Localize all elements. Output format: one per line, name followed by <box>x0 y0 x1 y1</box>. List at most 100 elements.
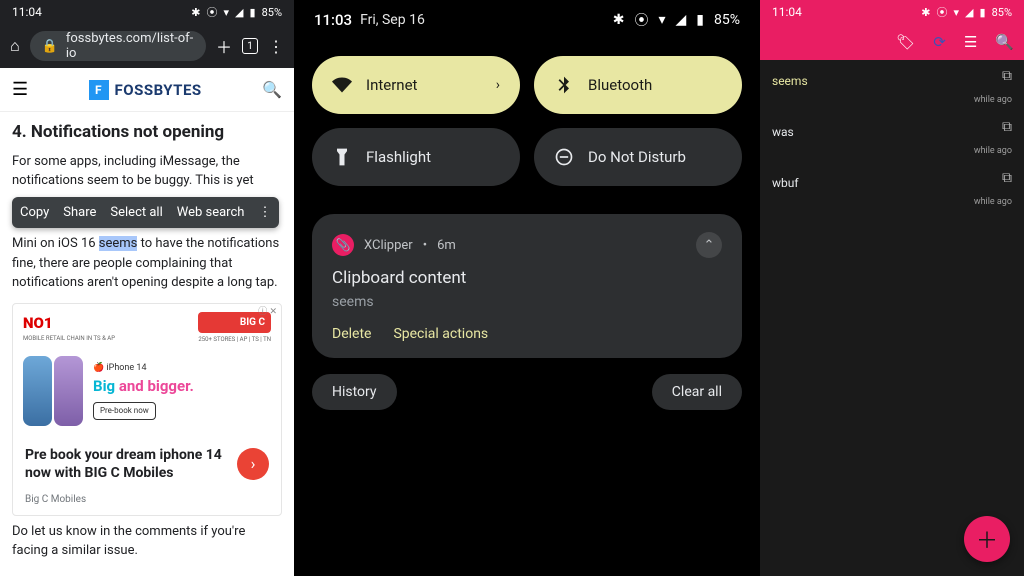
plus-icon: ＋ <box>976 523 998 555</box>
flashlight-icon <box>332 147 352 167</box>
status-icons: ✱ ⦿ ▾ ◢ ▮ 85% <box>191 4 282 20</box>
qs-internet[interactable]: Internet › <box>312 56 520 114</box>
more-icon[interactable]: ⋮ <box>268 37 284 56</box>
sync-icon[interactable]: ⟳ <box>933 33 946 51</box>
url-bar[interactable]: 🔒 fossbytes.com/list-of-io <box>30 31 206 61</box>
notif-delete-button[interactable]: Delete <box>332 326 371 342</box>
battery-pct: 85% <box>714 12 740 28</box>
ad-close-icon[interactable]: ⓘ ✕ <box>258 306 277 320</box>
battery-icon: ▮ <box>250 6 256 19</box>
ctx-web-search[interactable]: Web search <box>177 203 245 223</box>
article-footer: Do let us know in the comments if you're… <box>12 522 282 561</box>
site-brand: FOSSBYTES <box>115 81 202 99</box>
browser-toolbar: ⌂ 🔒 fossbytes.com/list-of-io ＋ 1 ⋮ <box>0 24 294 68</box>
notif-special-button[interactable]: Special actions <box>393 326 488 342</box>
bluetooth-icon: ✱ <box>191 6 200 19</box>
wifi-icon: ▾ <box>954 6 960 19</box>
wifi-icon <box>332 75 352 95</box>
location-icon: ⦿ <box>937 4 948 20</box>
notif-actions: Delete Special actions <box>332 326 722 342</box>
clip-list: seems ⧉ while ago was ⧉ while ago wbuf ⧉… <box>760 60 1024 213</box>
battery-pct: 85% <box>262 6 282 19</box>
status-bar: 11:04 ✱ ⦿ ▾ ◢ ▮ 85% <box>0 0 294 24</box>
notif-header: 📎 XClipper • 6m ⌃ <box>332 232 722 258</box>
ad-no1-sub: MOBILE RETAIL CHAIN IN TS & AP <box>23 334 115 343</box>
clip-item[interactable]: seems ⧉ <box>760 60 1024 93</box>
home-icon[interactable]: ⌂ <box>10 36 20 56</box>
status-time: 11:04 <box>772 5 921 19</box>
status-bar: 11:04 ✱ ⦿ ▾ ◢ ▮ 85% <box>760 0 1024 24</box>
status-time: 11:04 <box>12 5 191 19</box>
ad-prebook-button[interactable]: Pre-book now <box>93 402 156 420</box>
hamburger-icon[interactable]: ☰ <box>12 79 28 100</box>
clip-item[interactable]: was ⧉ <box>760 111 1024 144</box>
clip-time: while ago <box>760 144 1024 162</box>
tabs-icon[interactable]: 1 <box>242 38 258 54</box>
location-icon: ⦿ <box>207 4 218 20</box>
site-logo[interactable]: F FOSSBYTES <box>89 80 202 100</box>
copy-icon[interactable]: ⧉ <box>1002 68 1012 84</box>
logo-mark-icon: F <box>89 80 109 100</box>
qs-dnd[interactable]: Do Not Disturb <box>534 128 742 186</box>
notif-app: XClipper <box>364 238 413 253</box>
ctx-select-all[interactable]: Select all <box>110 203 162 223</box>
ad-tagline: Big and bigger. <box>93 375 194 398</box>
ad-no1: NO1 <box>23 312 115 335</box>
wifi-icon: ▾ <box>224 6 230 19</box>
ad-card[interactable]: NO1 MOBILE RETAIL CHAIN IN TS & AP BIG C… <box>12 303 282 516</box>
collapse-icon[interactable]: ⌃ <box>696 232 722 258</box>
status-time: 11:03 <box>314 11 352 29</box>
lock-icon: 🔒 <box>42 39 58 54</box>
qs-flashlight[interactable]: Flashlight <box>312 128 520 186</box>
notif-body: seems <box>332 294 722 310</box>
battery-icon: ▮ <box>696 12 704 28</box>
article-body: 4. Notifications not opening For some ap… <box>0 112 294 569</box>
notification-card[interactable]: 📎 XClipper • 6m ⌃ Clipboard content seem… <box>312 214 742 358</box>
search-icon[interactable]: 🔍 <box>262 80 282 99</box>
article-para-1: For some apps, including iMessage, the n… <box>12 152 282 191</box>
selected-text[interactable]: seems <box>99 236 138 251</box>
ad-source: Big C Mobiles <box>13 492 281 515</box>
clip-item[interactable]: wbuf ⧉ <box>760 162 1024 195</box>
history-button[interactable]: History <box>312 374 397 410</box>
bluetooth-icon: ✱ <box>921 6 930 19</box>
ctx-copy[interactable]: Copy <box>20 203 49 223</box>
clip-label: wbuf <box>772 176 799 190</box>
tune-icon[interactable]: ☰ <box>964 33 977 51</box>
status-date: Fri, Sep 16 <box>360 12 425 28</box>
bluetooth-icon <box>554 75 574 95</box>
location-icon: ⦿ <box>634 10 648 30</box>
ad-headline: Pre book your dream iphone 14 now with B… <box>25 446 229 482</box>
qs-dnd-label: Do Not Disturb <box>588 148 686 166</box>
copy-icon[interactable]: ⧉ <box>1002 170 1012 186</box>
ad-arrow-icon[interactable]: › <box>237 448 269 480</box>
status-icons: ✱ ⦿ ▾ ◢ ▮ 85% <box>921 4 1012 20</box>
qs-internet-label: Internet <box>366 76 417 94</box>
clip-time: while ago <box>760 93 1024 111</box>
url-text: fossbytes.com/list-of-io <box>66 31 194 61</box>
status-icons: ✱ ⦿ ▾ ◢ ▮ 85% <box>613 10 740 30</box>
ctx-share[interactable]: Share <box>63 203 96 223</box>
ad-badge-sub: 250+ STORES | AP | TS | TN <box>198 335 271 344</box>
signal-icon: ◢ <box>676 12 687 28</box>
ctx-more-icon[interactable]: ⋮ <box>258 203 271 223</box>
copy-icon[interactable]: ⧉ <box>1002 119 1012 135</box>
chevron-right-icon: › <box>496 77 500 93</box>
clip-label: was <box>772 125 794 139</box>
qs-flashlight-label: Flashlight <box>366 148 431 166</box>
tag-icon[interactable]: 🏷 <box>896 33 915 51</box>
site-header: ☰ F FOSSBYTES 🔍 <box>0 68 294 112</box>
iphone-image <box>23 356 83 426</box>
notif-title: Clipboard content <box>332 268 722 288</box>
fab-add-button[interactable]: ＋ <box>964 516 1010 562</box>
article-heading: 4. Notifications not opening <box>12 120 282 146</box>
search-icon[interactable]: 🔍 <box>995 33 1014 51</box>
app-toolbar: 🏷 ⟳ ☰ 🔍 <box>760 24 1024 60</box>
qs-bluetooth-label: Bluetooth <box>588 76 652 94</box>
notif-age: 6m <box>437 238 456 253</box>
clear-all-button[interactable]: Clear all <box>652 374 742 410</box>
new-tab-icon[interactable]: ＋ <box>216 34 232 58</box>
quick-settings: Internet › Bluetooth Flashlight Do Not D… <box>294 40 760 196</box>
battery-icon: ▮ <box>980 6 986 19</box>
qs-bluetooth[interactable]: Bluetooth <box>534 56 742 114</box>
